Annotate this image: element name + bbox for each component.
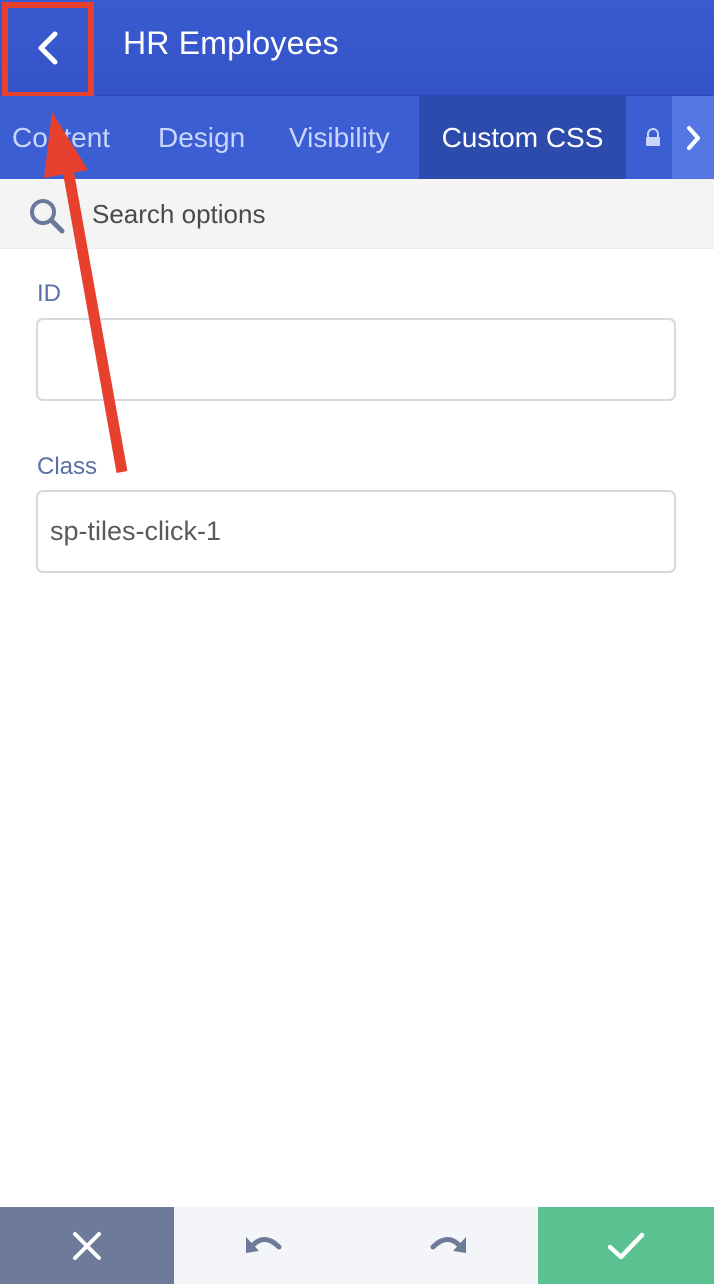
close-icon [73,1231,101,1260]
tab-design[interactable]: Design [158,96,245,179]
page-title: HR Employees [123,25,339,61]
class-label: Class [37,453,98,480]
check-icon [607,1232,645,1259]
search-icon [30,199,65,234]
search-input[interactable] [92,193,692,235]
cancel-button[interactable] [0,1207,174,1284]
tabs-scroll-right-button[interactable] [672,96,714,179]
tab-content[interactable]: Content [12,96,110,179]
search-bar [0,179,714,249]
redo-icon [430,1236,466,1253]
chevron-left-icon [38,31,58,65]
class-field[interactable] [36,490,676,573]
tab-custom-css[interactable]: Custom CSS [419,96,626,179]
tab-label: Content [12,121,111,153]
back-button[interactable] [0,0,96,96]
redo-button[interactable] [356,1207,538,1284]
tab-bar: Content Design Visibility Custom CSS [0,96,714,179]
confirm-button[interactable] [538,1207,714,1284]
action-bar [0,1207,714,1284]
id-label: ID [37,280,61,307]
tab-label: Visibility [289,121,390,153]
undo-icon [246,1236,282,1253]
top-bar: HR Employees [0,0,714,96]
undo-button[interactable] [174,1207,356,1284]
chevron-right-icon [687,125,700,150]
lock-icon [646,127,660,146]
tab-locked[interactable] [644,96,662,179]
tab-visibility[interactable]: Visibility [289,96,390,179]
tab-label: Custom CSS [441,121,604,153]
id-field[interactable] [36,318,676,401]
tab-label: Design [158,121,246,153]
